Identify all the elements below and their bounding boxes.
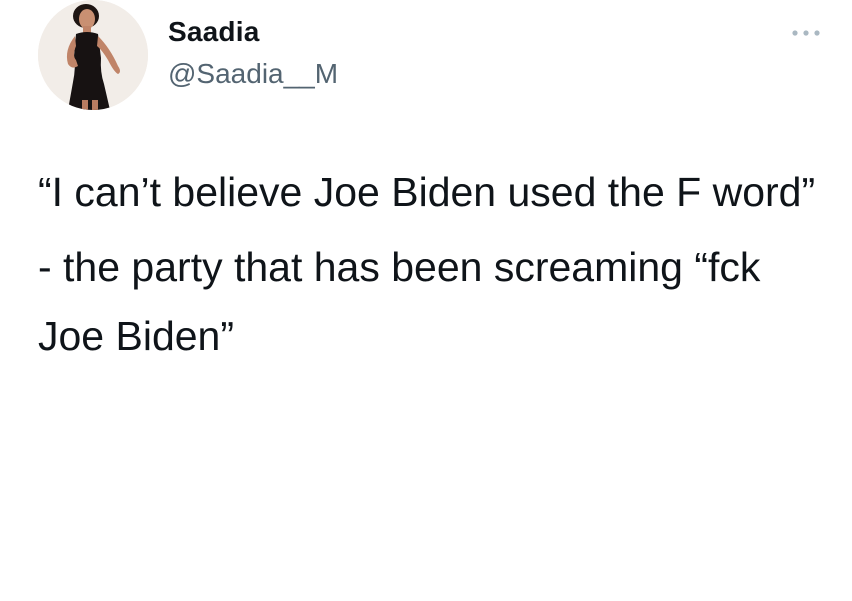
tweet-paragraph: “I can’t believe Joe Biden used the F wo… bbox=[38, 169, 816, 215]
tweet-text: “I can’t believe Joe Biden used the F wo… bbox=[38, 158, 818, 371]
more-icon bbox=[792, 30, 820, 36]
tweet-card: Saadia @Saadia__M “I can’t believe Joe B… bbox=[0, 0, 852, 601]
more-options-button[interactable] bbox=[786, 18, 826, 48]
user-handle[interactable]: @Saadia__M bbox=[168, 56, 338, 92]
display-name[interactable]: Saadia bbox=[168, 14, 259, 50]
tweet-paragraph: - the party that has been screaming “fck… bbox=[38, 244, 761, 359]
profile-photo-icon bbox=[38, 0, 148, 110]
avatar[interactable] bbox=[38, 0, 148, 110]
